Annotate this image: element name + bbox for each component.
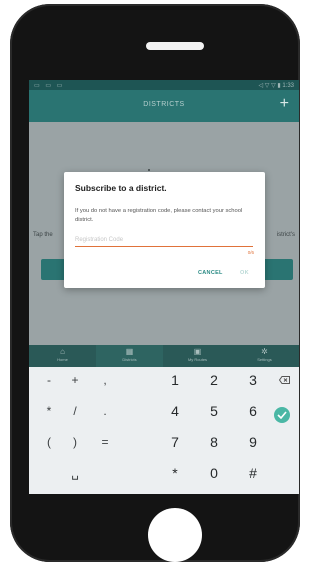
key-comma[interactable]: , — [85, 367, 125, 393]
key-period[interactable]: . — [85, 398, 125, 424]
key-hash[interactable]: # — [233, 460, 273, 486]
key-0[interactable]: 0 — [194, 460, 234, 486]
earpiece — [146, 42, 204, 50]
key-1[interactable]: 1 — [155, 367, 195, 393]
check-icon[interactable] — [274, 407, 290, 423]
key-6[interactable]: 6 — [233, 398, 273, 424]
dialog-title: Subscribe to a district. — [75, 183, 167, 193]
key-equals[interactable]: = — [85, 429, 125, 455]
dialog-message: If you do not have a registration code, … — [75, 208, 243, 223]
character-counter: 0/6 — [247, 250, 254, 255]
ok-button[interactable]: OK — [240, 270, 249, 276]
subscribe-dialog: Subscribe to a district. If you do not h… — [64, 172, 265, 288]
key-2[interactable]: 2 — [194, 367, 234, 393]
key-9[interactable]: 9 — [233, 429, 273, 455]
backspace-icon[interactable] — [269, 367, 299, 393]
key-3[interactable]: 3 — [233, 367, 273, 393]
key-space[interactable]: ␣ — [55, 460, 95, 486]
numeric-keyboard: - + , 1 2 3 * / . 4 5 6 ( ) = 7 8 9 ␣ * … — [29, 367, 299, 494]
key-star[interactable]: * — [155, 460, 195, 486]
key-7[interactable]: 7 — [155, 429, 195, 455]
key-4[interactable]: 4 — [155, 398, 195, 424]
screen: ▭ ▭ ▭ ◁ ▽ ▽ ▮ 1:33 DISTRICTS + Tap the i… — [29, 80, 299, 494]
key-5[interactable]: 5 — [194, 398, 234, 424]
key-8[interactable]: 8 — [194, 429, 234, 455]
registration-code-input[interactable]: Registration Code — [75, 234, 253, 247]
cancel-button[interactable]: CANCEL — [198, 270, 223, 276]
home-button[interactable] — [148, 508, 202, 562]
